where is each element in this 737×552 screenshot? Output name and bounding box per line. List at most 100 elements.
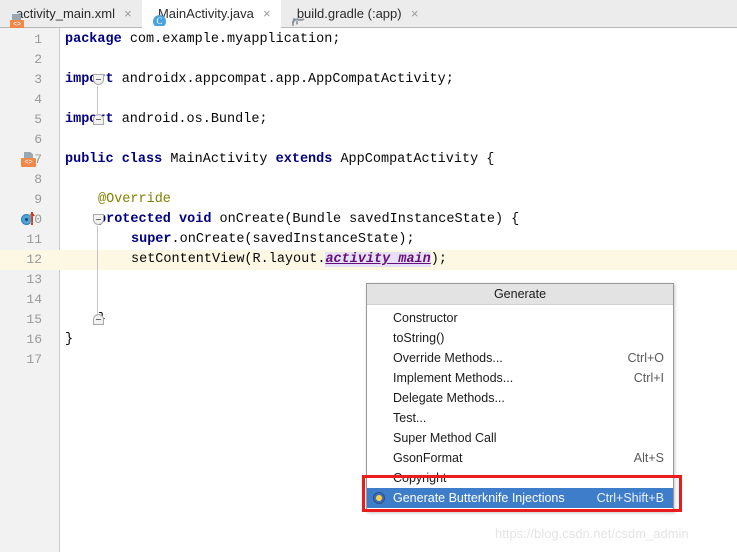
code-token: com.example.myapplication; <box>121 32 341 47</box>
code-text: super.onCreate(savedInstanceState); <box>131 230 415 250</box>
fold-marker-end[interactable] <box>92 314 107 328</box>
editor-tab-label: MainActivity.java <box>157 6 254 21</box>
generate-popup-title: Generate <box>367 284 673 305</box>
generate-menu-item-label: Copyright <box>393 471 447 485</box>
line-number: 5 <box>34 112 42 127</box>
tab-close-icon[interactable]: × <box>122 7 134 20</box>
code-token: public class <box>65 152 163 167</box>
generate-menu-item-shortcut: Alt+S <box>633 451 664 465</box>
code-line[interactable]: 1 package com.example.myapplication; <box>0 30 737 50</box>
code-text: package com.example.myapplication; <box>65 30 340 50</box>
fold-marker-icon <box>93 214 104 225</box>
line-number: 6 <box>34 132 42 147</box>
butterknife-bullet-icon <box>373 492 385 504</box>
line-number: 12 <box>26 252 42 267</box>
generate-menu-item-label: Constructor <box>393 311 458 325</box>
code-line[interactable]: 3 import androidx.appcompat.app.AppCompat… <box>0 70 737 90</box>
code-token: .onCreate(savedInstanceState); <box>171 232 415 247</box>
generate-menu-item[interactable]: toString() <box>367 328 673 348</box>
line-number: 9 <box>34 192 42 207</box>
code-line[interactable]: 10 protected void onCreate(Bundle savedIn… <box>0 210 737 230</box>
fold-marker-tip[interactable] <box>92 214 107 228</box>
highlighted-identifier: activity_main <box>325 252 431 267</box>
code-token: package <box>65 32 122 47</box>
code-line[interactable]: 6 <box>0 130 737 150</box>
generate-menu-item-shortcut: Ctrl+I <box>633 371 664 385</box>
generate-menu-item[interactable]: Delegate Methods... <box>367 388 673 408</box>
line-number: 8 <box>34 172 42 187</box>
generate-menu-item[interactable]: Copyright <box>367 468 673 488</box>
editor-tab-label: activity_main.xml <box>16 6 115 21</box>
code-line[interactable]: 4 <box>0 90 737 110</box>
tab-close-icon[interactable]: × <box>409 7 421 20</box>
code-line[interactable]: 11 super.onCreate(savedInstanceState); <box>0 230 737 250</box>
fold-region-line <box>97 226 98 316</box>
code-token: ); <box>430 252 447 267</box>
generate-menu-item-label: Delegate Methods... <box>393 391 505 405</box>
code-text: import androidx.appcompat.app.AppCompatA… <box>65 70 454 90</box>
code-token: super <box>131 232 172 247</box>
line-number: 10 <box>26 212 42 227</box>
generate-popup-menu[interactable]: Generate Constructor toString() Override M… <box>366 283 674 512</box>
fold-region-line <box>97 86 98 116</box>
generate-menu-item[interactable]: Generate Butterknife Injections Ctrl+Shif… <box>367 488 673 508</box>
editor-tab-bar: <> activity_main.xml × C MainActivity.java × b… <box>0 0 737 29</box>
fold-marker-end[interactable] <box>92 114 107 128</box>
code-text: public class MainActivity extends AppCom… <box>65 150 494 170</box>
line-number: 11 <box>26 232 42 247</box>
tab-close-icon[interactable]: × <box>261 7 273 20</box>
generate-menu-item[interactable]: GsonFormat Alt+S <box>367 448 673 468</box>
fold-marker-icon <box>93 314 104 325</box>
code-line[interactable]: 2 <box>0 50 737 70</box>
line-number: 4 <box>34 92 42 107</box>
generate-menu-item[interactable]: Test... <box>367 408 673 428</box>
code-text: @Override <box>98 190 171 210</box>
code-token: onCreate(Bundle savedInstanceState) { <box>211 212 520 227</box>
code-line[interactable]: 7 public class MainActivity extends AppCo… <box>0 150 737 170</box>
code-token: MainActivity <box>162 152 276 167</box>
editor-tab-1[interactable]: C MainActivity.java × <box>141 0 281 28</box>
line-number: 16 <box>26 332 42 347</box>
code-token: protected void <box>98 212 212 227</box>
code-token: @Override <box>98 192 171 207</box>
code-line[interactable]: 9 @Override <box>0 190 737 210</box>
code-line[interactable]: 12 setContentView(R.layout.activity_main)… <box>0 250 737 270</box>
generate-menu-item-label: Implement Methods... <box>393 371 514 385</box>
generate-menu-item-label: GsonFormat <box>393 451 463 465</box>
line-number: 7 <box>34 152 42 167</box>
editor-tab-2[interactable]: build.gradle (:app) × <box>281 0 429 27</box>
watermark-text: https://blog.csdn.net/csdm_admin <box>495 526 689 541</box>
line-number: 17 <box>26 352 42 367</box>
code-token: android.os.Bundle; <box>113 112 268 127</box>
code-line[interactable]: 5 import android.os.Bundle; <box>0 110 737 130</box>
code-text: setContentView(R.layout.activity_main); <box>131 250 447 270</box>
line-number: 1 <box>34 32 42 47</box>
editor-tab-0[interactable]: <> activity_main.xml × <box>0 0 142 29</box>
generate-popup-item-list: Constructor toString() Override Methods...… <box>367 305 673 511</box>
code-token: setContentView(R.layout. <box>131 252 326 267</box>
fold-marker-tip[interactable] <box>92 74 107 88</box>
generate-menu-item-shortcut: Ctrl+Shift+B <box>596 491 664 505</box>
generate-menu-item-label: Override Methods... <box>393 351 503 365</box>
generate-menu-item-label: Super Method Call <box>393 431 497 445</box>
code-text: protected void onCreate(Bundle savedInst… <box>98 210 519 230</box>
line-number: 2 <box>34 52 42 67</box>
generate-menu-item[interactable]: Super Method Call <box>367 428 673 448</box>
line-number: 3 <box>34 72 42 87</box>
editor-tab-label: build.gradle (:app) <box>296 6 402 21</box>
code-token: AppCompatActivity { <box>332 152 495 167</box>
line-number: 14 <box>26 292 42 307</box>
code-token: androidx.appcompat.app.AppCompatActivity… <box>113 72 454 87</box>
generate-menu-item[interactable]: Constructor <box>367 308 673 328</box>
generate-menu-item-label: Test... <box>393 411 427 425</box>
generate-menu-item-label: toString() <box>393 331 445 345</box>
code-token: extends <box>275 152 333 167</box>
generate-menu-item-label: Generate Butterknife Injections <box>393 491 565 505</box>
line-number: 13 <box>26 272 42 287</box>
fold-marker-icon <box>93 74 104 85</box>
code-line[interactable]: 8 <box>0 170 737 190</box>
generate-menu-item[interactable]: Override Methods... Ctrl+O <box>367 348 673 368</box>
fold-marker-icon <box>93 114 104 125</box>
code-folding-markers[interactable] <box>40 28 104 552</box>
generate-menu-item[interactable]: Implement Methods... Ctrl+I <box>367 368 673 388</box>
